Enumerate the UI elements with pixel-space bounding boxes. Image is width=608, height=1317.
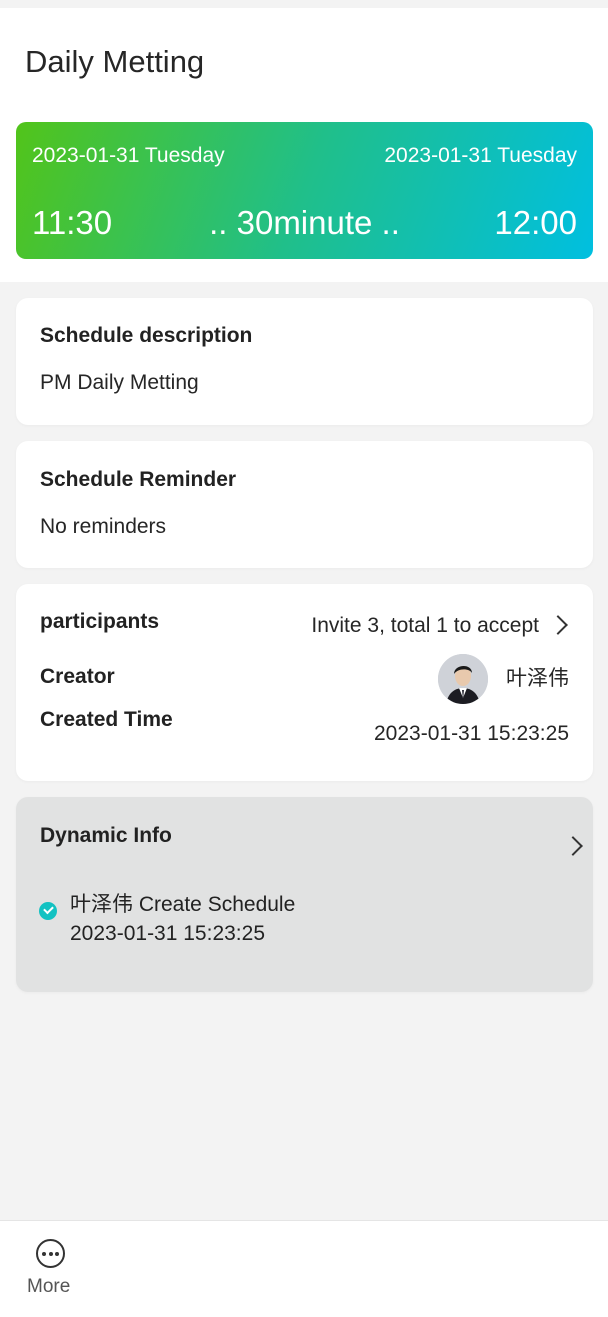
check-circle-icon bbox=[39, 902, 57, 920]
created-time-label: Created Time bbox=[40, 708, 173, 731]
more-button-label[interactable]: More bbox=[27, 1276, 70, 1298]
top-strip bbox=[0, 0, 608, 8]
schedule-reminder-card: Schedule Reminder No reminders bbox=[16, 441, 593, 568]
chevron-right-icon[interactable] bbox=[548, 615, 568, 635]
creator-label: Creator bbox=[40, 665, 115, 688]
schedule-description-text: PM Daily Metting bbox=[40, 371, 199, 394]
end-time: 12:00 bbox=[494, 204, 577, 241]
participants-summary[interactable]: Invite 3, total 1 to accept bbox=[311, 613, 539, 639]
start-date: 2023-01-31 Tuesday bbox=[32, 144, 225, 167]
bottom-bar: More bbox=[0, 1220, 608, 1317]
schedule-description-card: Schedule description PM Daily Metting bbox=[16, 298, 593, 425]
end-date: 2023-01-31 Tuesday bbox=[384, 144, 577, 167]
schedule-info-card: participants Invite 3, total 1 to accept… bbox=[16, 584, 593, 781]
more-circle-icon[interactable] bbox=[36, 1239, 65, 1268]
dynamic-entry-time: 2023-01-31 15:23:25 bbox=[70, 922, 265, 945]
participants-label: participants bbox=[40, 610, 160, 633]
schedule-description-title: Schedule description bbox=[40, 324, 253, 347]
dynamic-info-title: Dynamic Info bbox=[40, 824, 172, 847]
creator-name: 叶泽伟 bbox=[506, 667, 569, 690]
dynamic-entry-text: 叶泽伟 Create Schedule bbox=[70, 893, 296, 916]
schedule-reminder-text: No reminders bbox=[40, 515, 167, 538]
page-title: Daily Metting bbox=[25, 44, 205, 79]
time-range-card: 2023-01-31 Tuesday 2023-01-31 Tuesday 11… bbox=[16, 122, 593, 259]
avatar bbox=[438, 654, 488, 704]
schedule-reminder-title: Schedule Reminder bbox=[40, 468, 237, 491]
created-time-value: 2023-01-31 15:23:25 bbox=[374, 722, 569, 745]
